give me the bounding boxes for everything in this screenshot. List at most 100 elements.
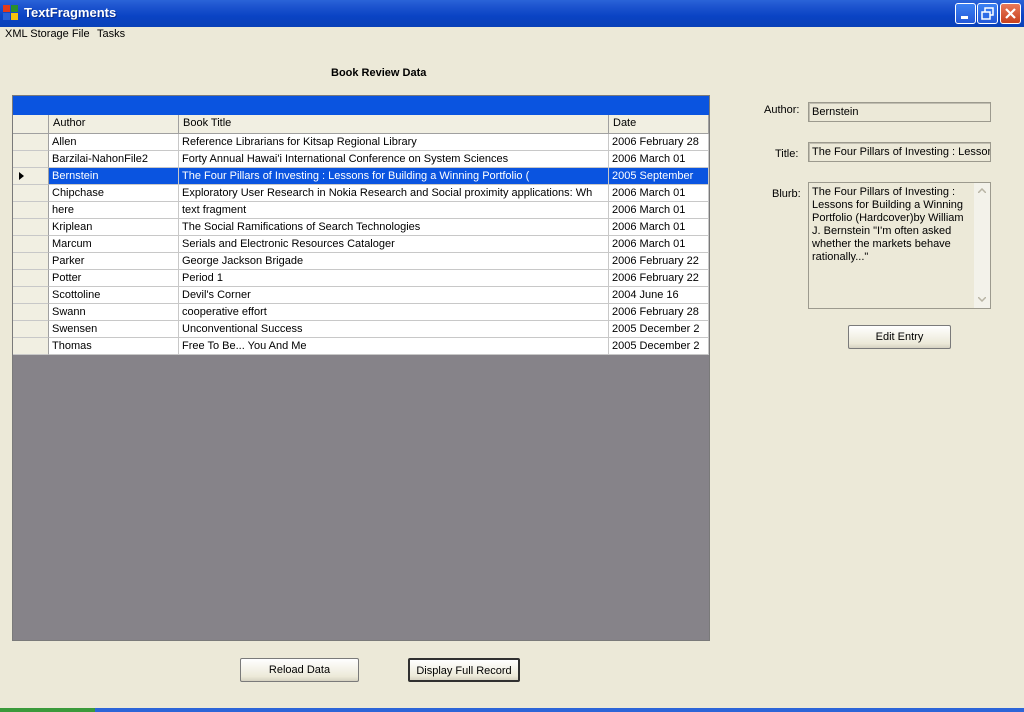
cell-title[interactable]: Period 1 <box>179 270 609 287</box>
scroll-up-button[interactable] <box>974 183 990 199</box>
row-header[interactable] <box>13 185 49 202</box>
table-row[interactable]: Allen Reference Librarians for Kitsap Reg… <box>13 134 709 151</box>
cell-author[interactable]: Scottoline <box>49 287 179 304</box>
table-row[interactable]: Bernstein The Four Pillars of Investing :… <box>13 168 709 185</box>
table-row[interactable]: Potter Period 1 2006 February 22 <box>13 270 709 287</box>
restore-button[interactable] <box>977 3 998 24</box>
display-full-record-button[interactable]: Display Full Record <box>408 658 520 682</box>
cell-author[interactable]: Barzilai-NahonFile2 <box>49 151 179 168</box>
cell-author[interactable]: Potter <box>49 270 179 287</box>
cell-date[interactable]: 2004 June 16 <box>609 287 709 304</box>
cell-date[interactable]: 2005 December 2 <box>609 321 709 338</box>
title-bar[interactable]: TextFragments <box>0 0 1024 27</box>
blurb-scrollbar[interactable] <box>974 183 990 308</box>
row-header[interactable] <box>13 219 49 236</box>
column-header-title[interactable]: Book Title <box>179 115 609 134</box>
chevron-up-icon <box>978 188 986 193</box>
table-row[interactable]: Swann cooperative effort 2006 February 28 <box>13 304 709 321</box>
cell-title[interactable]: Reference Librarians for Kitsap Regional… <box>179 134 609 151</box>
column-header-date[interactable]: Date <box>609 115 709 134</box>
cell-date[interactable]: 2006 February 28 <box>609 134 709 151</box>
table-row[interactable]: Parker George Jackson Brigade 2006 Februar… <box>13 253 709 270</box>
cell-author[interactable]: Bernstein <box>49 168 179 185</box>
cell-title[interactable]: Exploratory User Research in Nokia Resea… <box>179 185 609 202</box>
cell-title[interactable]: cooperative effort <box>179 304 609 321</box>
table-row[interactable]: here text fragment 2006 March 01 <box>13 202 709 219</box>
cell-title[interactable]: Serials and Electronic Resources Catalog… <box>179 236 609 253</box>
cell-title[interactable]: Forty Annual Hawai'i International Confe… <box>179 151 609 168</box>
grid-header: Author Book Title Date <box>13 115 709 134</box>
cell-title[interactable]: text fragment <box>179 202 609 219</box>
cell-date[interactable]: 2005 September <box>609 168 709 185</box>
row-header[interactable] <box>13 321 49 338</box>
cell-date[interactable]: 2006 February 22 <box>609 270 709 287</box>
close-button[interactable] <box>1000 3 1021 24</box>
table-row[interactable]: Chipchase Exploratory User Research in No… <box>13 185 709 202</box>
row-header[interactable] <box>13 338 49 355</box>
cell-date[interactable]: 2006 February 22 <box>609 253 709 270</box>
cell-author[interactable]: Kriplean <box>49 219 179 236</box>
cell-date[interactable]: 2006 March 01 <box>609 185 709 202</box>
cell-title[interactable]: Devil's Corner <box>179 287 609 304</box>
scroll-down-button[interactable] <box>974 292 990 308</box>
blurb-textarea[interactable]: The Four Pillars of Investing : Lessons … <box>808 182 991 309</box>
start-button[interactable] <box>0 708 95 712</box>
chevron-down-icon <box>978 297 986 302</box>
cell-author[interactable]: Chipchase <box>49 185 179 202</box>
restore-icon <box>981 7 994 20</box>
cell-date[interactable]: 2006 March 01 <box>609 219 709 236</box>
grid-caption-bar <box>13 96 709 115</box>
row-header[interactable] <box>13 168 49 185</box>
cell-date[interactable]: 2006 March 01 <box>609 236 709 253</box>
row-header[interactable] <box>13 253 49 270</box>
row-header[interactable] <box>13 134 49 151</box>
cell-title[interactable]: George Jackson Brigade <box>179 253 609 270</box>
row-header[interactable] <box>13 202 49 219</box>
cell-date[interactable]: 2006 March 01 <box>609 151 709 168</box>
column-header-author[interactable]: Author <box>49 115 179 134</box>
cell-author[interactable]: Swann <box>49 304 179 321</box>
cell-date[interactable]: 2006 February 28 <box>609 304 709 321</box>
taskbar <box>0 708 1024 712</box>
window-title: TextFragments <box>24 5 117 20</box>
table-row[interactable]: Marcum Serials and Electronic Resources C… <box>13 236 709 253</box>
cell-author[interactable]: Allen <box>49 134 179 151</box>
table-row[interactable]: Thomas Free To Be... You And Me 2005 Decem… <box>13 338 709 355</box>
page-title: Book Review Data <box>331 67 427 79</box>
blurb-text: The Four Pillars of Investing : Lessons … <box>812 186 964 263</box>
row-header[interactable] <box>13 287 49 304</box>
close-icon <box>1005 8 1016 19</box>
cell-title[interactable]: Free To Be... You And Me <box>179 338 609 355</box>
cell-author[interactable]: Parker <box>49 253 179 270</box>
book-review-grid[interactable]: Author Book Title Date Allen Reference Li… <box>12 95 710 641</box>
author-field[interactable]: Bernstein <box>808 102 991 122</box>
cell-title[interactable]: The Four Pillars of Investing : Lessons … <box>179 168 609 185</box>
table-row[interactable]: Scottoline Devil's Corner 2004 June 16 <box>13 287 709 304</box>
cell-title[interactable]: Unconventional Success <box>179 321 609 338</box>
author-label: Author: <box>764 104 800 116</box>
minimize-icon <box>961 16 968 19</box>
cell-author[interactable]: Thomas <box>49 338 179 355</box>
reload-data-button[interactable]: Reload Data <box>240 658 359 682</box>
table-row[interactable]: Kriplean The Social Ramifications of Sear… <box>13 219 709 236</box>
row-header[interactable] <box>13 304 49 321</box>
edit-entry-button[interactable]: Edit Entry <box>848 325 951 349</box>
menu-xml-storage-file[interactable]: XML Storage File <box>5 28 90 40</box>
app-icon <box>3 5 18 20</box>
cell-date[interactable]: 2006 March 01 <box>609 202 709 219</box>
row-header[interactable] <box>13 236 49 253</box>
menu-tasks[interactable]: Tasks <box>97 28 125 40</box>
row-header[interactable] <box>13 270 49 287</box>
cell-author[interactable]: here <box>49 202 179 219</box>
current-row-arrow-icon <box>19 172 24 180</box>
cell-date[interactable]: 2005 December 2 <box>609 338 709 355</box>
row-header[interactable] <box>13 151 49 168</box>
title-label: Title: <box>775 148 799 160</box>
cell-author[interactable]: Marcum <box>49 236 179 253</box>
cell-author[interactable]: Swensen <box>49 321 179 338</box>
table-row[interactable]: Barzilai-NahonFile2 Forty Annual Hawai'i … <box>13 151 709 168</box>
cell-title[interactable]: The Social Ramifications of Search Techn… <box>179 219 609 236</box>
title-field[interactable]: The Four Pillars of Investing : Lessons <box>808 142 991 162</box>
minimize-button[interactable] <box>955 3 976 24</box>
table-row[interactable]: Swensen Unconventional Success 2005 Decemb… <box>13 321 709 338</box>
